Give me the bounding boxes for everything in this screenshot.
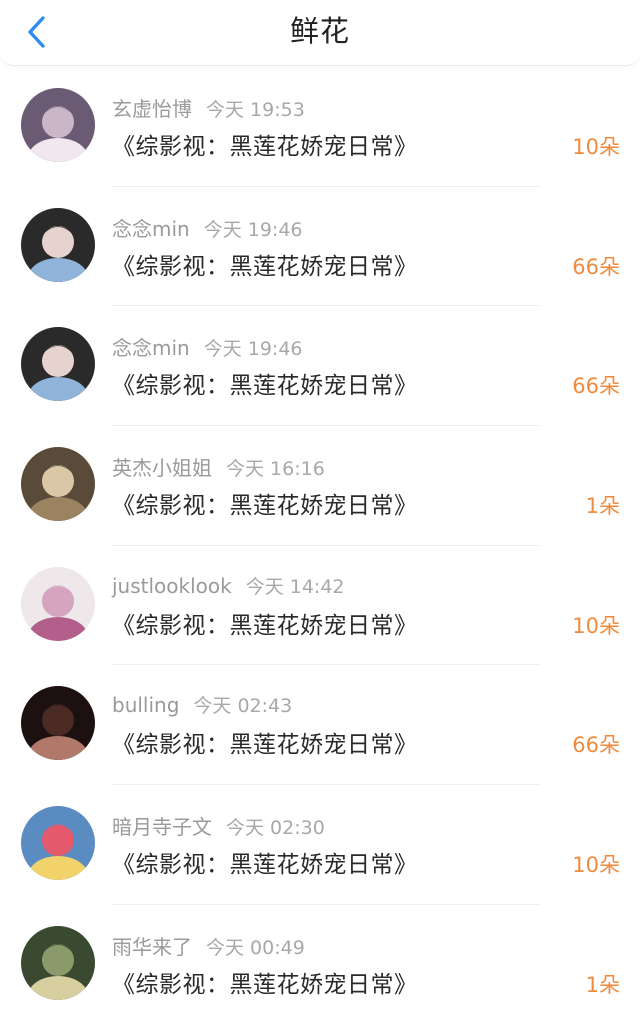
flower-gift-list: 玄虚怡博 今天 19:53 《综影视：黑莲花娇宠日常》 10朵 念念min 今天 1… [0,67,640,1025]
gift-meta: 暗月寺子文 今天 02:30 [112,811,325,840]
gift-meta: bulling 今天 02:43 [112,691,292,717]
flower-count: 10朵 [572,135,620,159]
flower-count: 1朵 [585,494,620,519]
timestamp: 今天 02:43 [193,695,293,718]
user-name[interactable]: 念念min [112,336,190,360]
book-title[interactable]: 《综影视：黑莲花娇宠日常》 [112,965,418,999]
gift-meta: 雨华来了 今天 00:49 [112,931,305,959]
user-name[interactable]: 玄虚怡博 [112,97,192,121]
flower-count: 10朵 [572,613,620,638]
list-item[interactable]: 雨华来了 今天 00:49 《综影视：黑莲花娇宠日常》 1朵 [0,905,640,1025]
avatar[interactable] [21,447,95,522]
avatar[interactable] [21,686,95,761]
gift-meta: 玄虚怡博 今天 19:53 [112,93,305,121]
list-item[interactable]: 玄虚怡博 今天 19:53 《综影视：黑莲花娇宠日常》 10朵 [0,67,640,187]
book-title[interactable]: 《综影视：黑莲花娇宠日常》 [112,606,418,640]
nav-bar: 鲜花 [0,0,640,66]
flower-count: 10朵 [572,853,620,878]
avatar[interactable] [21,566,95,641]
book-title[interactable]: 《综影视：黑莲花娇宠日常》 [112,366,418,400]
timestamp: 今天 02:30 [226,817,325,840]
list-item[interactable]: bulling 今天 02:43 《综影视：黑莲花娇宠日常》 66朵 [0,665,640,786]
user-name[interactable]: 念念min [112,217,190,241]
list-item[interactable]: 暗月寺子文 今天 02:30 《综影视：黑莲花娇宠日常》 10朵 [0,785,640,905]
timestamp: 今天 00:49 [206,936,305,959]
flower-count: 66朵 [572,374,620,399]
gift-meta: 念念min 今天 19:46 [112,332,303,361]
gift-meta: 念念min 今天 19:46 [112,213,303,241]
user-name[interactable]: 暗月寺子文 [112,815,212,839]
gift-meta: justlooklook 今天 14:42 [112,572,345,598]
timestamp: 今天 19:46 [203,338,303,361]
gift-meta: 英杰小姐姐 今天 16:16 [112,452,325,481]
user-name[interactable]: justlooklook [112,574,232,598]
timestamp: 今天 14:42 [245,575,345,598]
page-title: 鲜花 [289,14,350,48]
flower-count: 1朵 [585,972,620,997]
timestamp: 今天 19:53 [206,99,305,121]
user-name[interactable]: 英杰小姐姐 [112,456,212,480]
book-title[interactable]: 《综影视：黑莲花娇宠日常》 [112,486,418,520]
flower-count: 66朵 [572,733,620,758]
flower-count: 66朵 [572,254,620,279]
timestamp: 今天 19:46 [203,218,303,241]
list-item[interactable]: 念念min 今天 19:46 《综影视：黑莲花娇宠日常》 66朵 [0,187,640,307]
avatar[interactable] [21,207,95,282]
list-item[interactable]: justlooklook 今天 14:42 《综影视：黑莲花娇宠日常》 10朵 [0,546,640,666]
user-name[interactable]: 雨华来了 [112,935,192,959]
list-item[interactable]: 英杰小姐姐 今天 16:16 《综影视：黑莲花娇宠日常》 1朵 [0,426,640,546]
avatar[interactable] [21,88,95,162]
timestamp: 今天 16:16 [226,458,325,481]
user-name[interactable]: bulling [112,693,179,717]
book-title[interactable]: 《综影视：黑莲花娇宠日常》 [112,247,418,281]
book-title[interactable]: 《综影视：黑莲花娇宠日常》 [112,725,418,759]
book-title[interactable]: 《综影视：黑莲花娇宠日常》 [112,127,418,161]
avatar[interactable] [21,806,95,881]
avatar[interactable] [21,327,95,402]
list-item[interactable]: 念念min 今天 19:46 《综影视：黑莲花娇宠日常》 66朵 [0,306,640,427]
book-title[interactable]: 《综影视：黑莲花娇宠日常》 [112,845,418,879]
avatar[interactable] [21,925,95,1000]
